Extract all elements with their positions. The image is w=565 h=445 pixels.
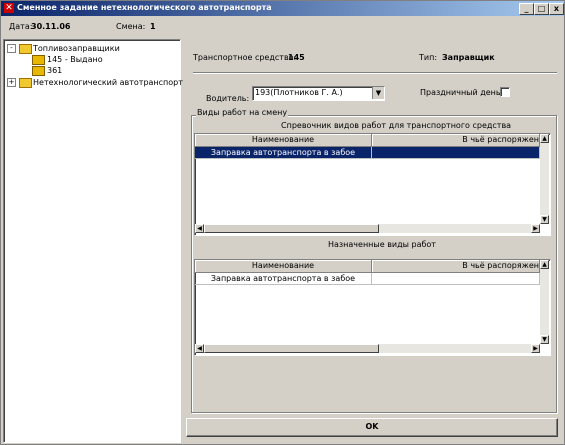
column-header-name[interactable]: Наименование <box>195 134 372 147</box>
scroll-thumb[interactable] <box>204 224 379 233</box>
truck-icon <box>32 55 45 65</box>
maximize-button[interactable]: □ <box>534 3 549 15</box>
folder-icon <box>19 78 32 88</box>
scroll-up-icon[interactable]: ▲ <box>540 260 549 269</box>
horizontal-scrollbar[interactable]: ◀ ▶ <box>195 224 540 233</box>
shift-label: Смена: <box>116 22 146 31</box>
type-label: Тип: <box>419 53 438 62</box>
expand-icon[interactable]: + <box>7 78 16 87</box>
table-row-cell[interactable] <box>372 273 540 285</box>
holiday-checkbox[interactable] <box>500 87 510 97</box>
reference-title: Спревочник видов работ для транспортного… <box>281 121 512 130</box>
ok-button[interactable]: OK <box>186 418 558 437</box>
table-row-cell[interactable]: Заправка автотранспорта в забое <box>195 273 372 285</box>
divider <box>193 72 557 74</box>
type-value: Заправщик <box>442 53 495 62</box>
vertical-scrollbar[interactable]: ▲ ▼ <box>540 134 549 224</box>
app-window: ✕ Сменное задание нетехнологического авт… <box>0 0 565 445</box>
assigned-title: Назначенные виды работ <box>328 240 436 249</box>
truck-icon <box>32 66 45 76</box>
vehicle-label: Транспортное средство: <box>193 53 297 62</box>
scroll-left-icon[interactable]: ◀ <box>195 344 204 353</box>
scroll-right-icon[interactable]: ▶ <box>531 344 540 353</box>
tree-item-label: 361 <box>47 66 63 75</box>
collapse-icon[interactable]: - <box>7 44 16 53</box>
table-row-cell[interactable] <box>372 147 540 159</box>
scroll-down-icon[interactable]: ▼ <box>540 215 549 224</box>
scroll-down-icon[interactable]: ▼ <box>540 335 549 344</box>
scroll-left-icon[interactable]: ◀ <box>195 224 204 233</box>
app-icon: ✕ <box>4 3 14 13</box>
reference-table[interactable]: Наименование В чьё распоряжен Заправка а… <box>194 133 551 236</box>
tree-item-label: Нетехнологический автотранспорт <box>33 78 183 87</box>
close-button[interactable]: x <box>549 3 564 15</box>
tree-item-label: Топливозаправщики <box>33 44 120 53</box>
vertical-scrollbar[interactable]: ▲ ▼ <box>540 260 549 344</box>
driver-select-value: 193(Плотников Г. А.) <box>255 88 343 97</box>
chevron-down-icon[interactable]: ▼ <box>372 87 384 99</box>
title-bar[interactable]: ✕ Сменное задание нетехнологического авт… <box>1 1 564 16</box>
window-title: Сменное задание нетехнологического автот… <box>17 3 272 12</box>
driver-select[interactable]: 193(Плотников Г. А.) ▼ <box>252 86 385 101</box>
minimize-button[interactable]: _ <box>519 3 534 15</box>
holiday-label: Праздничный день: <box>420 88 504 97</box>
scroll-up-icon[interactable]: ▲ <box>540 134 549 143</box>
column-header-name[interactable]: Наименование <box>195 260 372 273</box>
scroll-right-icon[interactable]: ▶ <box>531 224 540 233</box>
date-value: 30.11.06 <box>31 22 71 31</box>
vehicle-value: 145 <box>288 53 305 62</box>
vehicle-tree[interactable]: - Топливозаправщики 145 - Выдано 361 + Н… <box>3 39 183 443</box>
assigned-table[interactable]: Наименование В чьё распоряжен Заправка а… <box>194 259 551 356</box>
details-panel: Транспортное средство: 145 Тип: Заправщи… <box>184 39 562 416</box>
tree-item-label: 145 - Выдано <box>47 55 103 64</box>
work-types-group-label: Виды работ на смену <box>196 108 289 117</box>
column-header-disposal[interactable]: В чьё распоряжен <box>372 260 540 273</box>
driver-label: Водитель: <box>206 94 250 103</box>
shift-value: 1 <box>150 22 156 31</box>
folder-icon <box>19 44 32 54</box>
table-row-cell[interactable]: Заправка автотранспорта в забое <box>195 147 372 159</box>
horizontal-scrollbar[interactable]: ◀ ▶ <box>195 344 540 353</box>
column-header-disposal[interactable]: В чьё распоряжен <box>372 134 540 147</box>
scroll-thumb[interactable] <box>204 344 379 353</box>
date-label: Дата: <box>9 22 33 31</box>
info-bar: Дата: 30.11.06 Смена: 1 <box>1 16 564 38</box>
